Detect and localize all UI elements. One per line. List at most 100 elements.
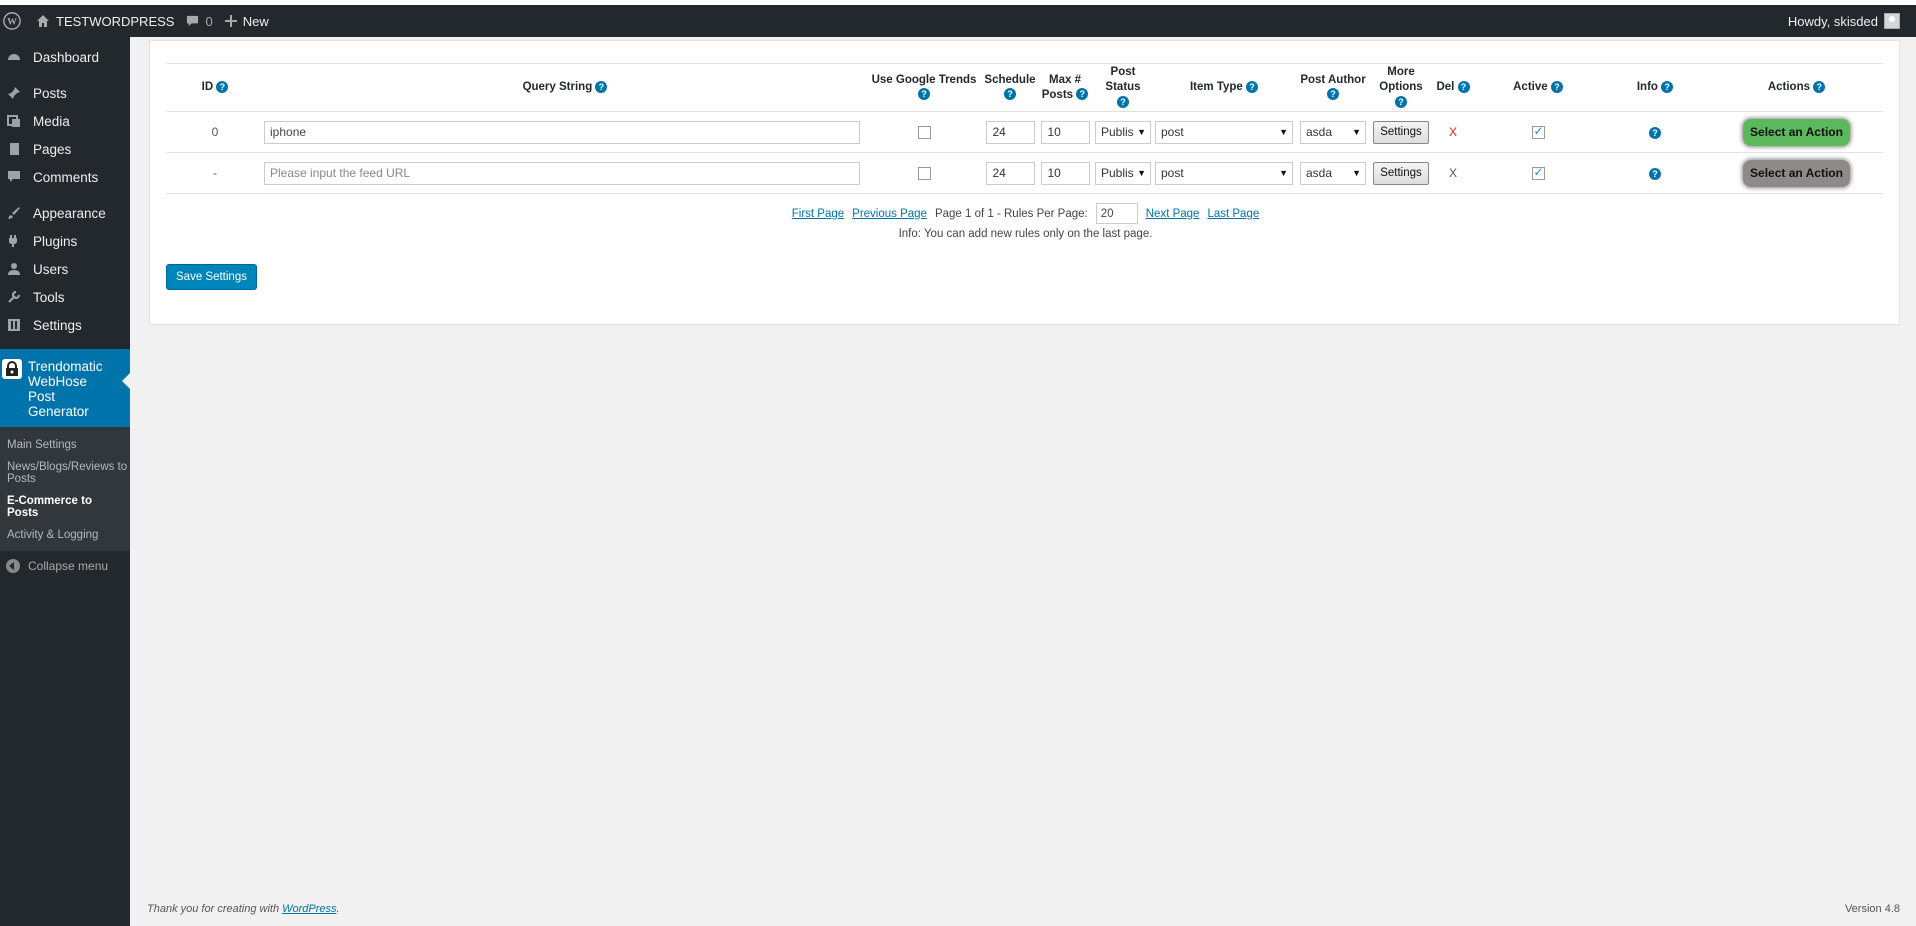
select-action-button[interactable]: Select an Action	[1743, 159, 1850, 187]
footer-version: Version 4.8	[1844, 903, 1900, 915]
comment-icon	[6, 169, 22, 185]
help-icon[interactable]: ?	[1457, 80, 1470, 93]
submenu-main-settings[interactable]: Main Settings	[0, 435, 130, 455]
collapse-menu-label: Collapse menu	[28, 559, 109, 573]
previous-page-link[interactable]: Previous Page	[852, 208, 927, 220]
sidebar-item-settings[interactable]: Settings	[0, 311, 130, 339]
submenu-activity-logging[interactable]: Activity & Logging	[0, 523, 130, 545]
admin-sidebar: Dashboard Posts Media Pages Comments App…	[0, 37, 130, 926]
account-menu[interactable]: Howdy, skisded	[1788, 5, 1900, 37]
sidebar-item-tools[interactable]: Tools	[0, 283, 130, 311]
avatar	[1884, 13, 1900, 29]
item-type-value: post	[1161, 125, 1184, 139]
schedule-input[interactable]: 24	[985, 120, 1035, 144]
active-checkbox[interactable]	[1531, 124, 1545, 139]
last-page-link[interactable]: Last Page	[1207, 208, 1259, 220]
schedule-input[interactable]: 24	[985, 161, 1035, 185]
sidebar-item-users[interactable]: Users	[0, 255, 130, 283]
header-active: Active ?	[1476, 63, 1600, 112]
post-status-value: Publis	[1101, 125, 1134, 139]
item-type-select[interactable]: post ▼	[1155, 120, 1293, 144]
max-posts-input[interactable]: 10	[1040, 161, 1090, 185]
help-icon[interactable]: ?	[1661, 80, 1674, 93]
info-icon[interactable]: ?	[1649, 126, 1661, 139]
table-header-row: ID ? Query String ? Use Google Trends ? …	[166, 63, 1883, 112]
dropdown-arrow-icon: ▼	[1352, 168, 1361, 178]
delete-rule-button[interactable]: X	[1430, 111, 1476, 153]
delete-rule-button[interactable]: X	[1430, 152, 1476, 194]
help-icon[interactable]: ?	[1395, 95, 1407, 108]
help-icon[interactable]: ?	[1327, 88, 1339, 101]
post-author-value: asda	[1306, 125, 1333, 139]
post-status-select[interactable]: Publis ▼	[1095, 161, 1151, 185]
more-options-settings-button[interactable]: Settings	[1373, 161, 1429, 185]
first-page-link[interactable]: First Page	[792, 208, 844, 220]
dropdown-arrow-icon: ▼	[1137, 127, 1146, 137]
comments-count: 0	[205, 13, 213, 29]
submenu-ecommerce-to-posts[interactable]: E-Commerce to Posts	[0, 489, 130, 523]
rules-per-page-input[interactable]: 20	[1095, 203, 1138, 224]
site-name-link[interactable]: TESTWORDPRESS	[36, 14, 174, 29]
next-page-link[interactable]: Next Page	[1146, 208, 1200, 220]
footer-thanks: Thank you for creating with WordPress.	[147, 903, 340, 915]
wordpress-link[interactable]: WordPress	[282, 903, 336, 915]
dropdown-arrow-icon: ▼	[1137, 168, 1146, 178]
header-info: Info ?	[1600, 63, 1710, 112]
dashboard-icon	[6, 49, 22, 65]
help-icon[interactable]: ?	[595, 80, 608, 93]
dropdown-arrow-icon: ▼	[1279, 127, 1288, 137]
submenu-news-blogs-reviews[interactable]: News/Blogs/Reviews to Posts	[0, 455, 130, 489]
media-icon	[6, 113, 22, 129]
new-label: New	[242, 13, 269, 29]
sidebar-item-plugins[interactable]: Plugins	[0, 227, 130, 255]
more-options-settings-button[interactable]: Settings	[1373, 120, 1429, 144]
collapse-menu-button[interactable]: Collapse menu	[0, 551, 130, 581]
help-icon[interactable]: ?	[918, 88, 930, 101]
post-author-select[interactable]: asda ▼	[1300, 120, 1366, 144]
sidebar-item-appearance[interactable]: Appearance	[0, 199, 130, 227]
save-settings-button[interactable]: Save Settings	[166, 264, 257, 290]
select-action-button[interactable]: Select an Action	[1743, 118, 1850, 146]
svg-text:W: W	[7, 17, 17, 28]
sidebar-item-trendomatic[interactable]: Trendomatic WebHose Post Generator	[0, 349, 130, 427]
post-status-select[interactable]: Publis ▼	[1095, 120, 1151, 144]
table-row: - Please input the feed URL 24 10 Publis…	[166, 152, 1883, 194]
header-schedule: Schedule?	[982, 63, 1038, 112]
header-del: Del ?	[1430, 63, 1476, 112]
max-posts-input[interactable]: 10	[1040, 120, 1090, 144]
info-icon[interactable]: ?	[1649, 167, 1661, 180]
item-type-select[interactable]: post ▼	[1155, 161, 1293, 185]
help-icon[interactable]: ?	[1550, 80, 1563, 93]
sidebar-item-posts[interactable]: Posts	[0, 79, 130, 107]
brush-icon	[6, 205, 22, 221]
collapse-arrow-icon	[6, 559, 20, 573]
help-icon[interactable]: ?	[1246, 80, 1259, 93]
plug-icon	[6, 233, 22, 249]
help-icon[interactable]: ?	[1117, 95, 1129, 108]
help-icon[interactable]: ?	[1004, 88, 1016, 101]
query-string-input[interactable]: iphone	[264, 120, 860, 144]
plus-icon	[224, 15, 237, 27]
sidebar-item-pages[interactable]: Pages	[0, 135, 130, 163]
feed-url-input[interactable]: Please input the feed URL	[264, 161, 860, 185]
pin-icon	[6, 85, 22, 101]
post-author-select[interactable]: asda ▼	[1300, 161, 1366, 185]
google-trends-checkbox[interactable]	[917, 166, 931, 180]
help-icon[interactable]: ?	[1076, 88, 1089, 101]
google-trends-checkbox[interactable]	[917, 125, 931, 139]
new-content-link[interactable]: New	[224, 13, 269, 29]
comment-icon	[187, 15, 199, 26]
header-item-type: Item Type ?	[1154, 63, 1294, 112]
rules-table: ID ? Query String ? Use Google Trends ? …	[166, 63, 1883, 194]
sidebar-item-label: Users	[33, 261, 69, 277]
wordpress-logo-icon[interactable]: W	[0, 9, 24, 33]
comments-link[interactable]: 0	[186, 13, 213, 29]
sidebar-item-comments[interactable]: Comments	[0, 163, 130, 191]
sidebar-item-media[interactable]: Media	[0, 107, 130, 135]
header-query-string: Query String ?	[264, 63, 866, 112]
sidebar-item-dashboard[interactable]: Dashboard	[0, 43, 130, 71]
active-checkbox[interactable]	[1531, 165, 1545, 180]
help-icon[interactable]: ?	[1813, 80, 1826, 93]
sidebar-item-label: Settings	[33, 317, 82, 333]
help-icon[interactable]: ?	[216, 80, 229, 93]
